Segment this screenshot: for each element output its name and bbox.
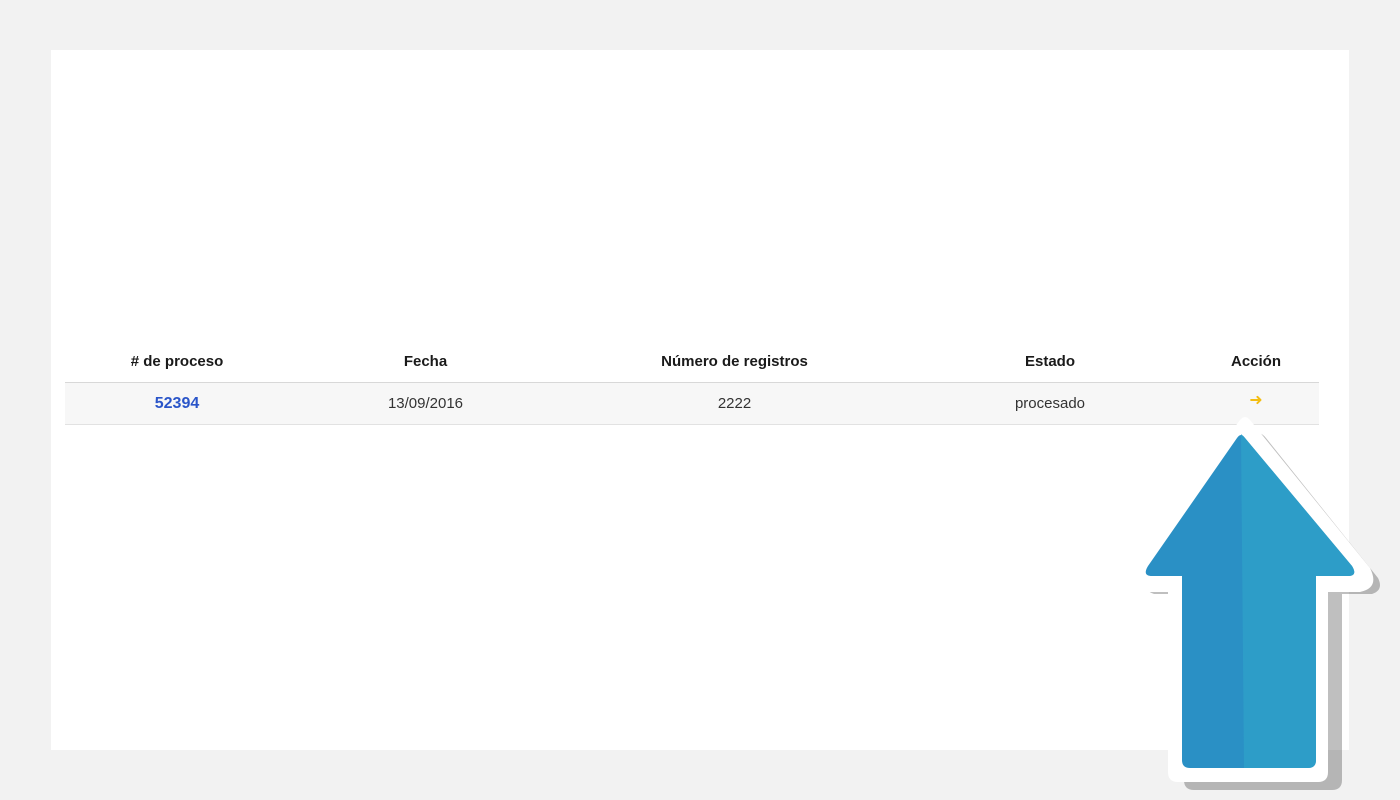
cell-record-count: 2222 [562, 382, 907, 425]
process-number-link[interactable]: 52394 [155, 395, 200, 412]
cell-date: 13/09/2016 [289, 382, 562, 425]
header-action: Acción [1193, 340, 1319, 383]
table-header-row: # de proceso Fecha Número de registros E… [65, 340, 1319, 383]
header-record-count: Número de registros [562, 340, 907, 383]
header-status: Estado [907, 340, 1193, 383]
cell-process-number: 52394 [65, 382, 289, 425]
arrow-right-icon[interactable]: ➜ [1249, 393, 1262, 409]
header-date: Fecha [289, 340, 562, 383]
header-process-number: # de proceso [65, 340, 289, 383]
up-arrow-icon [1126, 417, 1380, 790]
